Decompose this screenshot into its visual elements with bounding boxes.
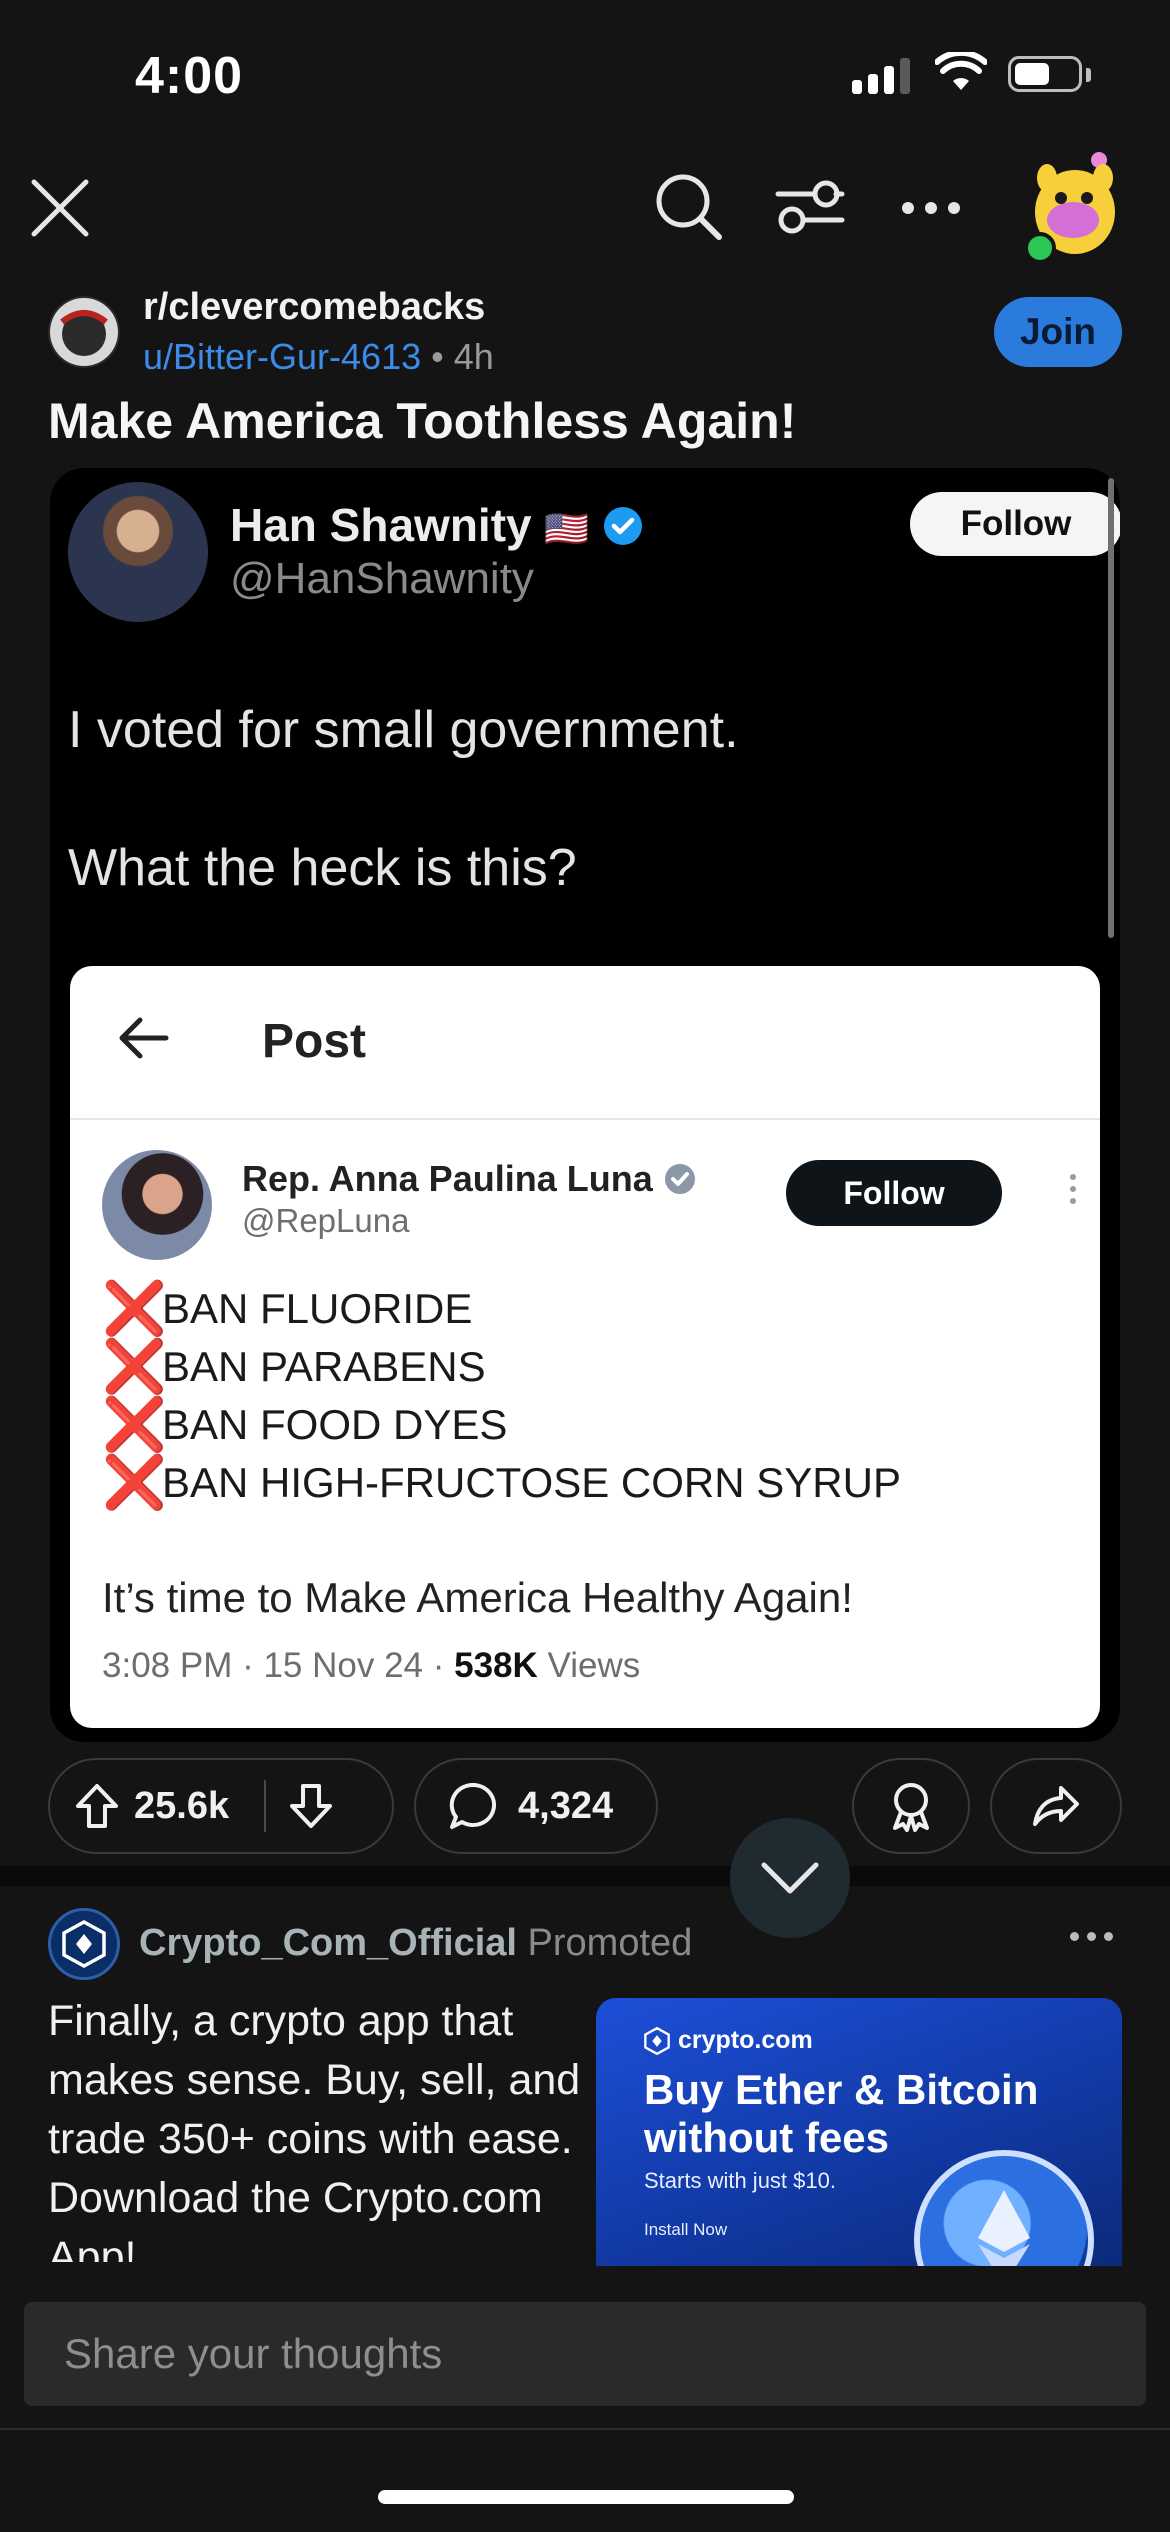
ad-image[interactable]: crypto.com Buy Ether & Bitcoin without f… [596,1998,1122,2266]
verified-badge-icon [604,507,642,545]
kebab-menu-icon [1070,1174,1076,1204]
share-button[interactable] [990,1758,1122,1854]
home-indicator[interactable] [378,2490,794,2504]
vote-bar: 25.6k [48,1758,394,1854]
us-flag-icon: 🇺🇸 [544,508,590,549]
embedded-header: Post [70,966,1100,1120]
comment-bubble-icon [449,1782,497,1829]
comment-count: 4,324 [518,1784,614,1827]
advertiser-avatar[interactable] [48,1908,120,1980]
bottom-divider [0,2428,1170,2430]
more-horizontal-icon [902,202,960,214]
crypto-com-logo-icon [644,2026,670,2055]
ban-list: ❌ BAN FLUORIDE ❌ BAN PARABENS ❌ BAN FOOD DY… [102,1280,901,1512]
ban-item: ❌ BAN FOOD DYES [102,1396,508,1454]
upvote-button[interactable] [60,1782,134,1830]
status-time: 4:00 [135,47,244,105]
share-arrow-icon [1033,1786,1079,1826]
ban-item: ❌ BAN HIGH-FRUCTOSE CORN SYRUP [102,1454,901,1512]
embedded-handle: @RepLuna [242,1202,410,1239]
post-image[interactable]: Han Shawnity 🇺🇸 @HanShawnity Follow I vo… [50,468,1120,1742]
ad-more-options-icon[interactable] [1070,1932,1113,1941]
comments-button[interactable]: 4,324 [414,1758,658,1854]
downvote-button[interactable] [266,1782,356,1830]
embedded-follow-button: Follow [786,1160,1002,1226]
red-x-icon: ❌ [102,1338,167,1396]
subreddit-name[interactable]: r/clevercomebacks [143,286,485,329]
sliders-icon [775,180,845,234]
embedded-tagline: It’s time to Make America Healthy Again! [102,1574,853,1621]
embedded-header-title: Post [262,1015,367,1068]
ban-item: ❌ BAN PARABENS [102,1338,486,1396]
downvote-arrow-icon [290,1784,332,1828]
embedded-author-name: Rep. Anna Paulina Luna [242,1158,697,1200]
ad-image-subtext: Starts with just $10. [644,2168,836,2193]
signal-icon [852,58,910,94]
upvote-count: 25.6k [134,1784,230,1827]
ban-item: ❌ BAN FLUORIDE [102,1280,473,1338]
close-icon [31,179,89,237]
subreddit-icon[interactable] [48,296,120,368]
embedded-avatar [102,1150,212,1260]
tweet-avatar [68,482,208,622]
award-button[interactable] [852,1758,970,1854]
chevron-down-icon [761,1862,819,1894]
close-button[interactable] [24,172,96,244]
tweet-follow-button: Follow [910,492,1120,556]
post-author[interactable]: u/Bitter-Gur-4613 [143,336,421,377]
ether-coin-icon [914,2150,1094,2266]
red-x-icon: ❌ [102,1454,167,1512]
tweet-author-name: Han Shawnity 🇺🇸 [230,498,644,552]
battery-cap [1086,68,1091,82]
red-x-icon: ❌ [102,1396,167,1454]
advertiser-line: Crypto_Com_Official Promoted [139,1922,692,1965]
post-title[interactable]: Make America Toothless Again! [48,392,796,450]
battery-icon [1008,56,1082,92]
back-arrow-icon [119,1017,169,1059]
red-x-icon: ❌ [102,1280,167,1338]
feed-divider [0,1866,1170,1886]
ad-body-text[interactable]: Finally, a crypto app that makes sense. … [48,1992,608,2262]
ad-image-headline-2: without fees [644,2114,890,2161]
embedded-timestamp: 3:08 PM · 15 Nov 24 · 538K Views [102,1646,641,1685]
gray-verified-badge-icon [664,1164,695,1194]
image-scroll-indicator [1108,478,1114,938]
post-age: 4h [453,336,494,377]
tweet-handle: @HanShawnity [230,554,534,603]
next-post-button[interactable] [730,1818,850,1938]
comment-input-placeholder: Share your thoughts [64,2330,443,2377]
join-button[interactable]: Join [994,297,1122,367]
ad-image-brand: crypto.com [644,2026,813,2055]
search-button[interactable] [650,168,728,246]
ad-image-cta: Install Now [644,2220,728,2239]
wifi-icon [934,49,988,97]
more-options-button[interactable] [896,184,966,232]
tweet-text-line2: What the heck is this? [68,839,577,897]
online-status-dot [1024,232,1056,264]
comment-input[interactable]: Share your thoughts [24,2302,1146,2406]
meta-separator: • [431,336,444,377]
promoted-label: Promoted [527,1922,693,1964]
crypto-com-logo-icon [62,1920,106,1968]
upvote-arrow-icon [76,1784,118,1828]
post-meta: u/Bitter-Gur-4613 • 4h [143,336,494,378]
award-icon [893,1783,929,1832]
filter-button[interactable] [772,172,848,244]
search-icon [656,174,722,240]
tweet-text-line1: I voted for small government. [68,701,739,759]
ad-image-headline-1: Buy Ether & Bitcoin [644,2066,1039,2113]
advertiser-name[interactable]: Crypto_Com_Official [139,1922,517,1964]
embedded-post-screenshot: Post Rep. Anna Paulina Luna @RepLuna Fol… [70,966,1100,1728]
